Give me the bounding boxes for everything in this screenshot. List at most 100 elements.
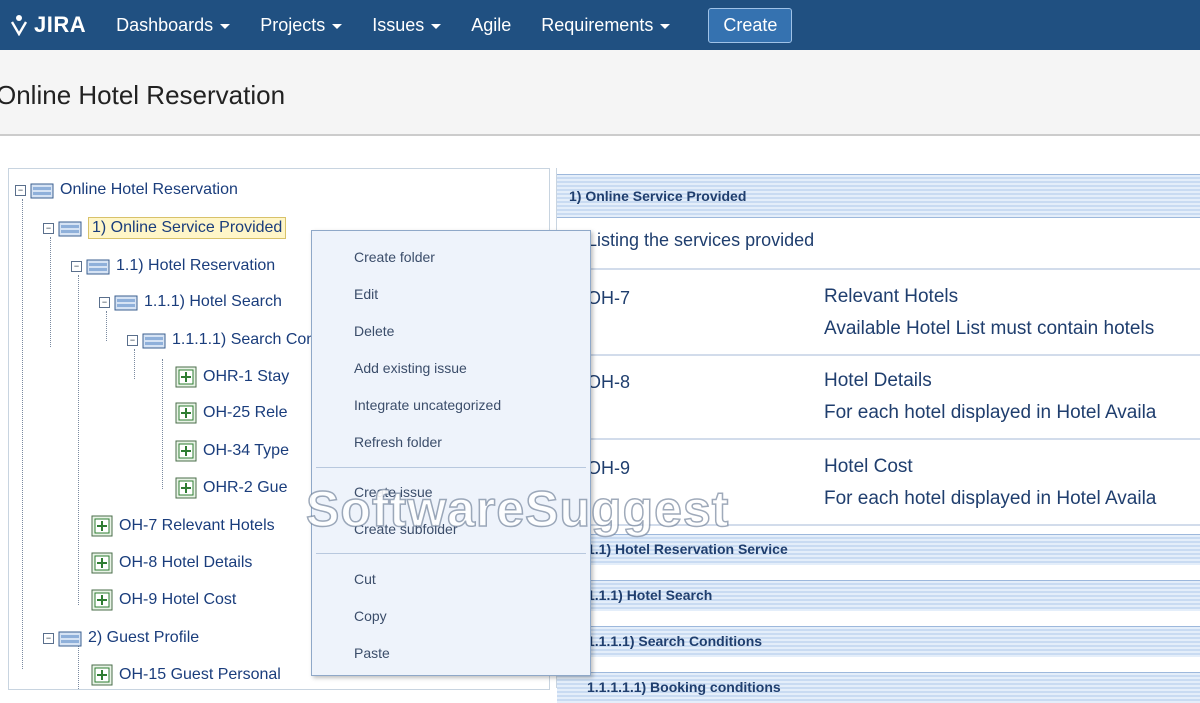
requirement-row[interactable]: OH-7 Relevant Hotels Available Hotel Lis… [557,268,1200,356]
top-nav-bar: JIRA Dashboards Projects Issues Agile Re… [0,0,1200,50]
nav-projects-label: Projects [260,14,326,35]
folder-icon [142,333,166,349]
menu-item-add-existing-issue[interactable]: Add existing issue [354,360,467,376]
tree-issue[interactable]: OHR-1 Stay [175,366,289,388]
issue-icon [91,589,113,611]
watermark-text: SoftwareSuggest [305,480,730,538]
jira-logo-icon [10,15,28,36]
tree-issue-label: OH-8 Hotel Details [119,554,253,571]
menu-item-copy[interactable]: Copy [354,608,387,624]
tree-issue[interactable]: OH-9 Hotel Cost [91,589,236,611]
chevron-down-icon [660,23,671,29]
tree-issue-label: OH-25 Rele [203,404,288,421]
issue-icon [91,515,113,537]
section-header: 1.1.1.1) Search Conditions [557,626,1200,657]
folder-header-title: 1) Online Service Provided [569,188,747,204]
nav-agile[interactable]: Agile [471,15,511,36]
nav-dashboards[interactable]: Dashboards [116,14,231,36]
section-header: 1.1.1.1.1) Booking conditions [557,672,1200,703]
nav-projects[interactable]: Projects [260,14,343,36]
menu-separator [316,553,586,554]
issue-icon [91,552,113,574]
requirement-row[interactable]: OH-8 Hotel Details For each hotel displa… [557,354,1200,440]
collapse-toggle-icon[interactable]: − [127,334,138,346]
tree-issue[interactable]: OHR-2 Gue [175,477,287,499]
issue-description: For each hotel displayed in Hotel Availa [824,402,1157,423]
context-menu: Create folder Edit Delete Add existing i… [311,230,591,676]
tree-node-guest-profile[interactable]: − 2) Guest Profile [43,627,199,649]
tree-issue-label: OHR-2 Gue [203,479,288,496]
tree-issue-label: OH-15 Guest Personal [119,666,281,683]
folder-icon [30,183,54,199]
section-header-title: 1.1) Hotel Reservation Service [587,541,788,557]
collapse-toggle-icon[interactable]: − [43,632,54,644]
menu-item-cut[interactable]: Cut [354,571,376,587]
nav-agile-label: Agile [471,14,512,35]
nav-issues[interactable]: Issues [372,14,442,36]
section-header-title: 1.1.1) Hotel Search [587,587,713,603]
chevron-down-icon [332,23,343,29]
tree-node-root[interactable]: − Online Hotel Reservation [15,179,238,201]
tree-issue-label: OH-7 Relevant Hotels [119,517,275,534]
section-header-title: 1.1.1.1) Search Conditions [587,633,763,649]
chevron-down-icon [431,23,442,29]
document-view: 1) Online Service Provided Listing the s… [556,168,1200,703]
tree-issue-label: OHR-1 Stay [203,368,290,385]
tree-issue[interactable]: OH-25 Rele [175,402,287,424]
issue-key[interactable]: OH-7 [587,288,630,309]
tree-node-online-service[interactable]: − 1) Online Service Provided [43,217,287,239]
tree-node-label: 2) Guest Profile [88,629,200,646]
section-header-title: 1.1.1.1.1) Booking conditions [587,679,781,695]
collapse-toggle-icon[interactable]: − [71,260,82,272]
tree-issue-label: OH-34 Type [203,442,289,459]
folder-icon [58,631,82,647]
tree-issue[interactable]: OH-34 Type [175,440,289,462]
issue-icon [175,440,197,462]
create-button[interactable]: Create [708,7,793,43]
issue-summary: Hotel Details [824,370,932,391]
folder-description: Listing the services provided [587,230,815,250]
menu-item-refresh-folder[interactable]: Refresh folder [354,434,442,450]
issue-summary: Relevant Hotels [824,286,959,307]
tree-node-hotel-reservation[interactable]: − 1.1) Hotel Reservation [71,255,275,277]
tree-issue-label: OH-9 Hotel Cost [119,591,237,608]
menu-item-integrate-uncategorized[interactable]: Integrate uncategorized [354,397,501,413]
nav-issues-label: Issues [372,14,425,35]
folder-icon [86,259,110,275]
tree-issue[interactable]: OH-7 Relevant Hotels [91,515,275,537]
collapse-toggle-icon[interactable]: − [43,222,54,234]
page-title: Online Hotel Reservation [0,80,286,110]
issue-key[interactable]: OH-9 [587,458,630,479]
tree-node-hotel-search[interactable]: − 1.1.1) Hotel Search [99,291,282,313]
tree-connector [106,311,107,341]
issue-key[interactable]: OH-8 [587,372,630,393]
menu-item-paste[interactable]: Paste [354,645,390,661]
tree-connector [78,275,79,605]
issue-summary: Hotel Cost [824,456,913,477]
nav-requirements-label: Requirements [541,14,654,35]
tree-connector [162,359,163,489]
issue-description: Available Hotel List must contain hotels [824,318,1155,339]
issue-icon [175,402,197,424]
page-header: Online Hotel Reservation [0,50,1200,136]
collapse-toggle-icon[interactable]: − [99,296,110,308]
tree-node-label: 1) Online Service Provided [88,217,287,239]
tree-connector [134,349,135,379]
tree-issue[interactable]: OH-8 Hotel Details [91,552,252,574]
tree-connector [22,199,23,669]
menu-item-create-folder[interactable]: Create folder [354,249,435,265]
jira-logo[interactable]: JIRA [8,12,86,38]
nav-dashboards-label: Dashboards [116,14,214,35]
collapse-toggle-icon[interactable]: − [15,184,26,196]
tree-node-label: 1.1.1) Hotel Search [144,293,282,310]
menu-item-delete[interactable]: Delete [354,323,394,339]
issue-description: For each hotel displayed in Hotel Availa [824,488,1157,509]
folder-icon [58,221,82,237]
folder-header: 1) Online Service Provided [557,174,1200,218]
menu-item-edit[interactable]: Edit [354,286,378,302]
chevron-down-icon [220,23,231,29]
nav-requirements[interactable]: Requirements [541,14,671,36]
issue-icon [175,366,197,388]
tree-node-label: 1.1) Hotel Reservation [116,257,276,274]
tree-connector [50,237,51,347]
